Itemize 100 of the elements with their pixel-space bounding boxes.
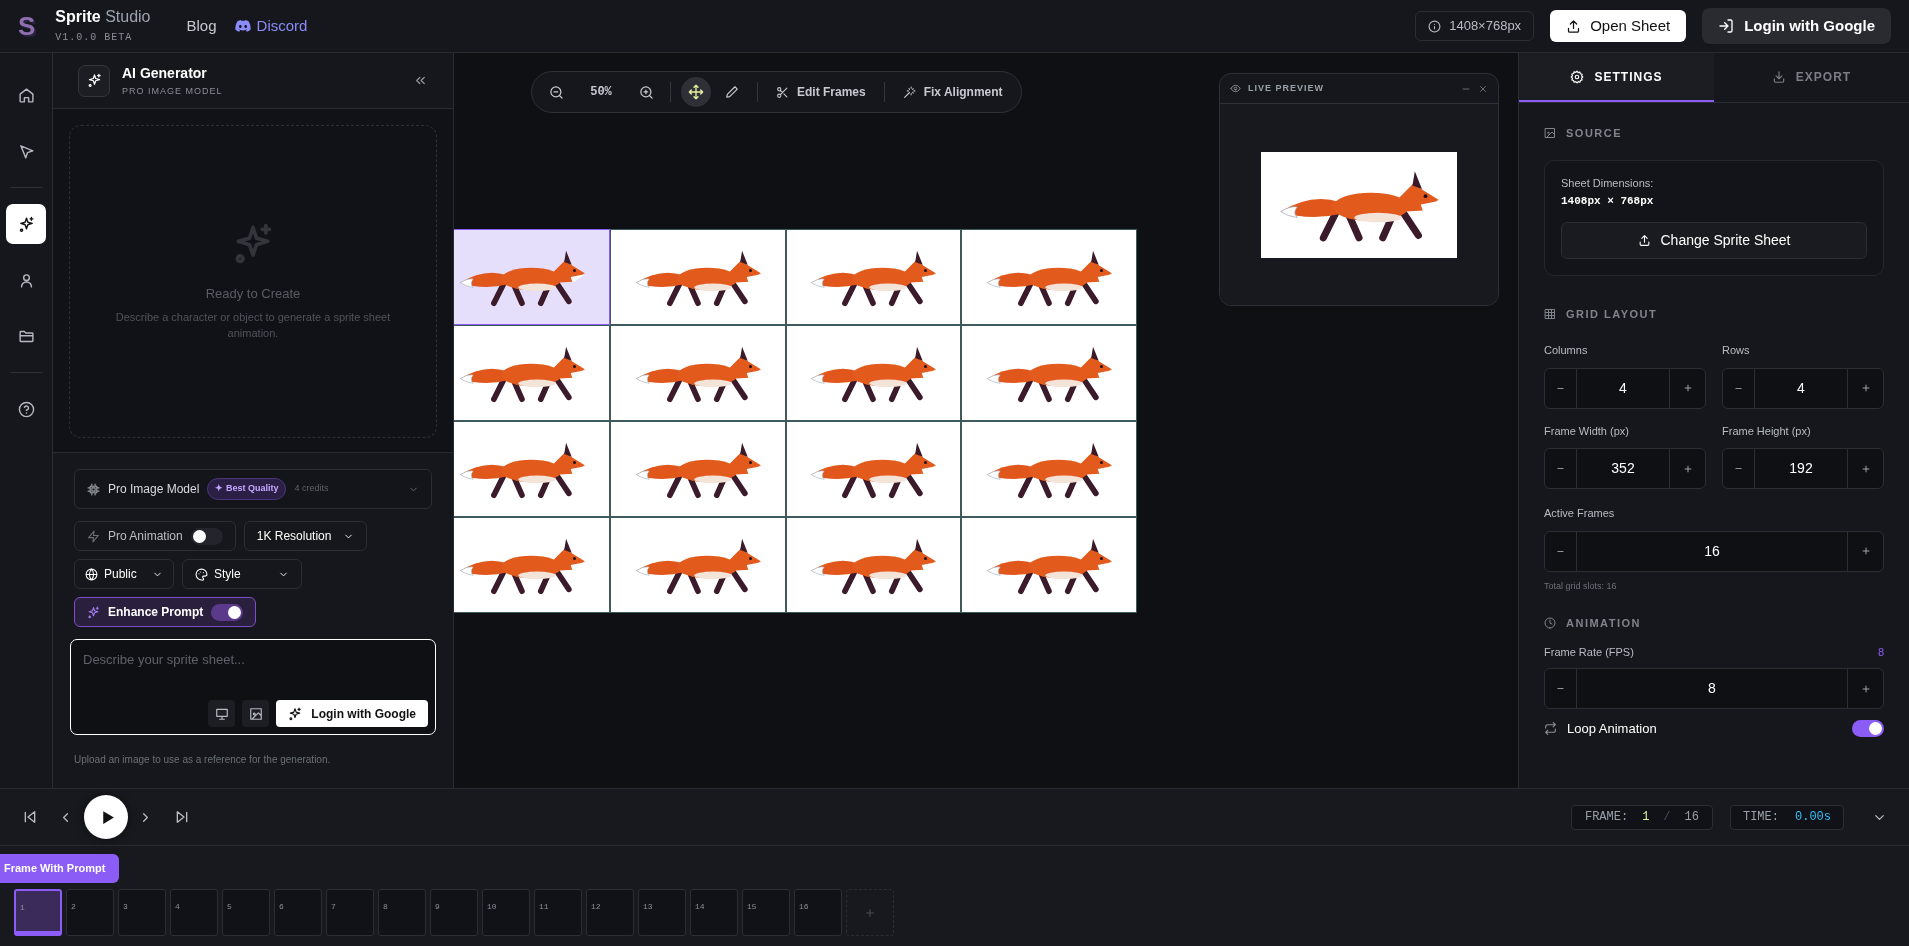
grid-icon <box>1544 307 1556 320</box>
timeline-frame[interactable]: 10 <box>482 889 530 936</box>
stepper-value: 352 <box>1610 459 1636 478</box>
timeline-frame[interactable]: 6 <box>274 889 322 936</box>
timeline-frame[interactable]: 5 <box>222 889 270 936</box>
plus-icon <box>1860 463 1871 474</box>
enhance-prompt-toggle[interactable]: Enhance Prompt <box>74 597 257 627</box>
field-label: Active Frames <box>1544 506 1616 521</box>
toggle-switch[interactable] <box>211 603 244 621</box>
timeline-frame[interactable]: 15 <box>742 889 790 936</box>
timeline-frame[interactable]: 11 <box>534 889 582 936</box>
field-label: Columns <box>1544 343 1589 358</box>
nav-link[interactable]: Blog <box>186 14 217 38</box>
field-label: Frame Width (px) <box>1544 423 1630 439</box>
sprite-frame[interactable] <box>961 421 1137 517</box>
plus-icon <box>864 906 876 919</box>
frame-number: 11 <box>539 902 549 911</box>
sprite-frame[interactable] <box>454 325 610 421</box>
zoom-in-icon <box>638 84 654 100</box>
frame-number: 2 <box>71 902 76 911</box>
resolution-dropdown[interactable]: 1K Resolution <box>243 521 368 551</box>
palette-icon <box>195 567 208 581</box>
timeline-frame[interactable]: 14 <box>690 889 738 936</box>
sprite-frame[interactable] <box>785 421 962 517</box>
sprite-frame[interactable] <box>785 517 962 613</box>
credits-label: 4 credits <box>294 482 330 496</box>
sprite-frame[interactable] <box>609 421 786 517</box>
timeline-frame[interactable]: 2 <box>66 889 114 936</box>
move-tool-button[interactable] <box>681 77 711 107</box>
plus-icon <box>1682 383 1693 393</box>
sprite-frame[interactable] <box>454 517 610 613</box>
sprite-frame[interactable] <box>609 517 786 613</box>
sprite-frame[interactable] <box>961 325 1137 421</box>
toolbar-action-button[interactable]: Fix Alignment <box>894 77 1011 107</box>
scissors-icon <box>776 85 789 99</box>
time-label: TIME: <box>1742 809 1779 826</box>
model-dropdown[interactable]: Pro Image Model ✦ Best Quality 4 credits <box>74 469 432 509</box>
frame-number: 9 <box>435 902 440 911</box>
sprite-frame[interactable] <box>961 229 1137 325</box>
app-logo: S <box>18 9 36 43</box>
sparkles-icon <box>288 706 303 721</box>
sprite-frame[interactable] <box>454 229 610 325</box>
total-frames: 16 <box>1684 808 1699 826</box>
lightning-icon <box>87 529 100 543</box>
toggle-switch[interactable] <box>1852 720 1884 738</box>
timeline-frame[interactable]: 4 <box>170 889 218 936</box>
sprite-frame[interactable] <box>785 229 962 325</box>
upload-icon <box>1637 233 1651 247</box>
field-label: Frame Rate (FPS) <box>1544 644 1635 660</box>
frame-with-prompt-button[interactable]: Frame With Prompt <box>0 854 120 883</box>
sprite-frame[interactable] <box>454 421 610 517</box>
timeline-frame[interactable]: 8 <box>378 889 426 936</box>
zoom-out-icon <box>548 84 564 100</box>
empty-state-title: Ready to Create <box>205 284 301 303</box>
help-icon <box>17 400 35 418</box>
toggle-switch[interactable] <box>190 527 223 545</box>
style-dropdown[interactable]: Style <box>182 559 302 589</box>
nav-link[interactable]: Discord <box>234 14 308 38</box>
toolbar-action-button[interactable]: Edit Frames <box>768 77 874 107</box>
upload-hint: Upload an image to use as a reference for the generation. <box>74 753 332 767</box>
timeline-frame[interactable]: 16 <box>794 889 842 936</box>
sparkles-icon <box>17 215 35 233</box>
timeline-frame[interactable]: 1 <box>14 889 62 936</box>
rail-button[interactable] <box>6 204 46 244</box>
loop-label: Loop Animation <box>1567 720 1658 738</box>
screen-button[interactable] <box>208 700 236 727</box>
play-button[interactable] <box>84 795 128 839</box>
image-icon <box>1544 127 1556 140</box>
skip-back-icon <box>22 809 38 825</box>
sprite-frame[interactable] <box>609 229 786 325</box>
preview-title: LIVE PREVIEW <box>1248 81 1325 95</box>
visibility-dropdown[interactable]: Public <box>74 559 174 589</box>
open-sheet-button[interactable]: Open Sheet <box>1550 10 1687 42</box>
timeline-frame[interactable]: 9 <box>430 889 478 936</box>
timeline-frame[interactable]: 7 <box>326 889 374 936</box>
quality-badge: ✦ Best Quality <box>207 478 287 500</box>
timeline-frame[interactable]: 3 <box>118 889 166 936</box>
timeline-frame[interactable]: 13 <box>638 889 686 936</box>
time-value: 0.00s <box>1795 809 1831 826</box>
frame-number: 3 <box>123 902 128 911</box>
plus-icon <box>1860 383 1871 393</box>
chip-icon <box>87 482 100 496</box>
panel-tab[interactable]: EXPORT <box>1714 53 1909 102</box>
timeline-frame[interactable]: 12 <box>586 889 634 936</box>
repeat-icon <box>1544 722 1557 736</box>
sprite-frame[interactable] <box>609 325 786 421</box>
panel-tab[interactable]: SETTINGS <box>1519 53 1714 102</box>
change-sheet-button[interactable]: Change Sprite Sheet <box>1561 221 1867 259</box>
info-icon <box>1428 19 1442 33</box>
dimensions-text: 1408×768px <box>1449 17 1522 36</box>
field-label: Frame Height (px) <box>1722 423 1812 439</box>
pro-animation-toggle[interactable]: Pro Animation <box>74 521 236 551</box>
sprite-frame[interactable] <box>785 325 962 421</box>
image-upload-button[interactable] <box>242 700 270 727</box>
login-button[interactable]: Login with Google <box>1702 8 1891 44</box>
close-button[interactable] <box>1478 83 1488 94</box>
app-name-suffix: Studio <box>105 8 151 25</box>
sprite-frame[interactable] <box>961 517 1137 613</box>
clock-icon <box>1544 617 1556 630</box>
generate-login-button[interactable]: Login with Google <box>276 700 428 727</box>
